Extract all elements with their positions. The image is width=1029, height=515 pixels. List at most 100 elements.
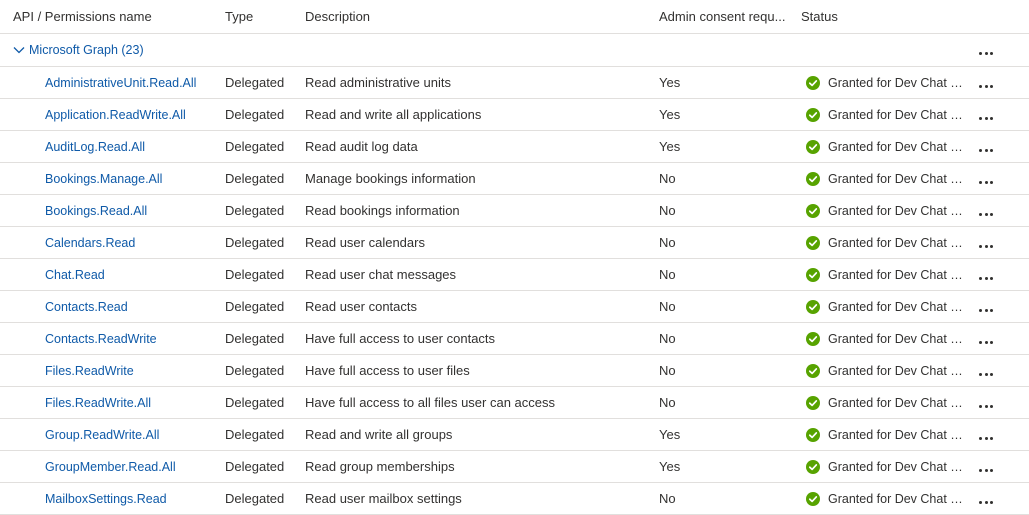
table-row: Contacts.Read Delegated Read user contac…: [0, 291, 1029, 323]
status-text: Granted for Dev Chat Su...: [828, 171, 968, 186]
permission-type: Delegated: [225, 171, 285, 186]
more-options-button[interactable]: [975, 163, 997, 194]
status-cell: Granted for Dev Chat Su...: [806, 483, 970, 514]
status-cell: Granted for Dev Chat Su...: [806, 227, 970, 258]
permission-name-link[interactable]: Chat.Read: [45, 259, 105, 290]
more-options-button[interactable]: [975, 67, 997, 98]
permission-description: Have full access to user contacts: [305, 331, 496, 346]
status-cell: Granted for Dev Chat Su...: [806, 131, 970, 162]
status-text: Granted for Dev Chat Su...: [828, 267, 968, 282]
permission-description: Read user calendars: [305, 235, 425, 250]
permission-description: Read group memberships: [305, 459, 455, 474]
status-text: Granted for Dev Chat Su...: [828, 299, 968, 314]
granted-check-icon: [806, 427, 820, 442]
permission-type: Delegated: [225, 267, 285, 282]
permission-description: Manage bookings information: [305, 171, 476, 186]
more-options-button[interactable]: [975, 419, 997, 450]
more-icon: [978, 204, 994, 218]
status-text: Granted for Dev Chat Su...: [828, 139, 968, 154]
status-text: Granted for Dev Chat Su...: [828, 203, 968, 218]
permission-description: Have full access to all files user can a…: [305, 395, 555, 410]
more-icon: [978, 364, 994, 378]
more-options-button[interactable]: [975, 387, 997, 418]
permission-description: Read administrative units: [305, 75, 451, 90]
granted-check-icon: [806, 491, 820, 506]
table-row: Application.ReadWrite.All Delegated Read…: [0, 99, 1029, 131]
permission-name-link[interactable]: Contacts.ReadWrite: [45, 323, 157, 354]
permission-name-link[interactable]: Contacts.Read: [45, 291, 128, 322]
more-options-button[interactable]: [975, 227, 997, 258]
permission-name-link[interactable]: MailboxSettings.Read: [45, 483, 167, 514]
column-header-name[interactable]: API / Permissions name: [13, 0, 152, 33]
permission-name-link[interactable]: AuditLog.Read.All: [45, 131, 145, 162]
more-icon: [978, 268, 994, 282]
table-row: Contacts.ReadWrite Delegated Have full a…: [0, 323, 1029, 355]
group-label: Microsoft Graph (23): [29, 43, 144, 57]
permission-description: Have full access to user files: [305, 363, 470, 378]
more-options-button[interactable]: [975, 323, 997, 354]
granted-check-icon: [806, 107, 820, 122]
status-text: Granted for Dev Chat Su...: [828, 459, 968, 474]
more-icon: [978, 43, 994, 57]
admin-consent-value: Yes: [659, 459, 681, 474]
admin-consent-value: No: [659, 363, 676, 378]
admin-consent-value: No: [659, 331, 676, 346]
more-options-button[interactable]: [975, 291, 997, 322]
permission-name-link[interactable]: Files.ReadWrite: [45, 355, 134, 386]
granted-check-icon: [806, 171, 820, 186]
column-header-type[interactable]: Type: [225, 0, 253, 33]
more-options-button[interactable]: [975, 355, 997, 386]
permission-name-link[interactable]: Group.ReadWrite.All: [45, 419, 159, 450]
permission-name-link[interactable]: Bookings.Read.All: [45, 195, 147, 226]
permission-type: Delegated: [225, 395, 285, 410]
more-options-button[interactable]: [975, 259, 997, 290]
column-header-admin-consent[interactable]: Admin consent requ...: [659, 0, 794, 33]
admin-consent-value: No: [659, 395, 676, 410]
status-cell: Granted for Dev Chat Su...: [806, 291, 970, 322]
table-row: Bookings.Manage.All Delegated Manage boo…: [0, 163, 1029, 195]
permission-name-link[interactable]: Calendars.Read: [45, 227, 135, 258]
status-cell: Granted for Dev Chat Su...: [806, 67, 970, 98]
column-header-description[interactable]: Description: [305, 0, 370, 33]
table-row: Group.ReadWrite.All Delegated Read and w…: [0, 419, 1029, 451]
status-cell: Granted for Dev Chat Su...: [806, 451, 970, 482]
column-header-status[interactable]: Status: [801, 0, 838, 33]
status-cell: Granted for Dev Chat Su...: [806, 387, 970, 418]
permission-type: Delegated: [225, 427, 285, 442]
status-text: Granted for Dev Chat Su...: [828, 75, 968, 90]
permission-description: Read bookings information: [305, 203, 460, 218]
permission-name-link[interactable]: AdministrativeUnit.Read.All: [45, 67, 196, 98]
more-options-button[interactable]: [975, 99, 997, 130]
admin-consent-value: No: [659, 267, 676, 282]
permission-name-link[interactable]: Bookings.Manage.All: [45, 163, 162, 194]
more-options-button[interactable]: [975, 34, 997, 66]
permission-name-link[interactable]: Files.ReadWrite.All: [45, 387, 151, 418]
permission-type: Delegated: [225, 235, 285, 250]
admin-consent-value: Yes: [659, 139, 681, 154]
admin-consent-value: Yes: [659, 427, 681, 442]
status-text: Granted for Dev Chat Su...: [828, 395, 968, 410]
group-toggle[interactable]: Microsoft Graph (23): [13, 34, 144, 66]
more-options-button[interactable]: [975, 195, 997, 226]
table-row: Files.ReadWrite Delegated Have full acce…: [0, 355, 1029, 387]
more-options-button[interactable]: [975, 451, 997, 482]
status-cell: Granted for Dev Chat Su...: [806, 355, 970, 386]
grid-header: API / Permissions name Type Description …: [0, 0, 1029, 34]
granted-check-icon: [806, 395, 820, 410]
permission-name-link[interactable]: Application.ReadWrite.All: [45, 99, 186, 130]
permission-description: Read and write all groups: [305, 427, 453, 442]
more-options-button[interactable]: [975, 483, 997, 514]
granted-check-icon: [806, 459, 820, 474]
table-row: AdministrativeUnit.Read.All Delegated Re…: [0, 67, 1029, 99]
more-icon: [978, 428, 994, 442]
permission-description: Read audit log data: [305, 139, 418, 154]
more-options-button[interactable]: [975, 131, 997, 162]
granted-check-icon: [806, 203, 820, 218]
permission-name-link[interactable]: GroupMember.Read.All: [45, 451, 176, 482]
status-text: Granted for Dev Chat Su...: [828, 491, 968, 506]
status-text: Granted for Dev Chat Su...: [828, 363, 968, 378]
more-icon: [978, 236, 994, 250]
granted-check-icon: [806, 331, 820, 346]
more-icon: [978, 492, 994, 506]
status-text: Granted for Dev Chat Su...: [828, 107, 968, 122]
